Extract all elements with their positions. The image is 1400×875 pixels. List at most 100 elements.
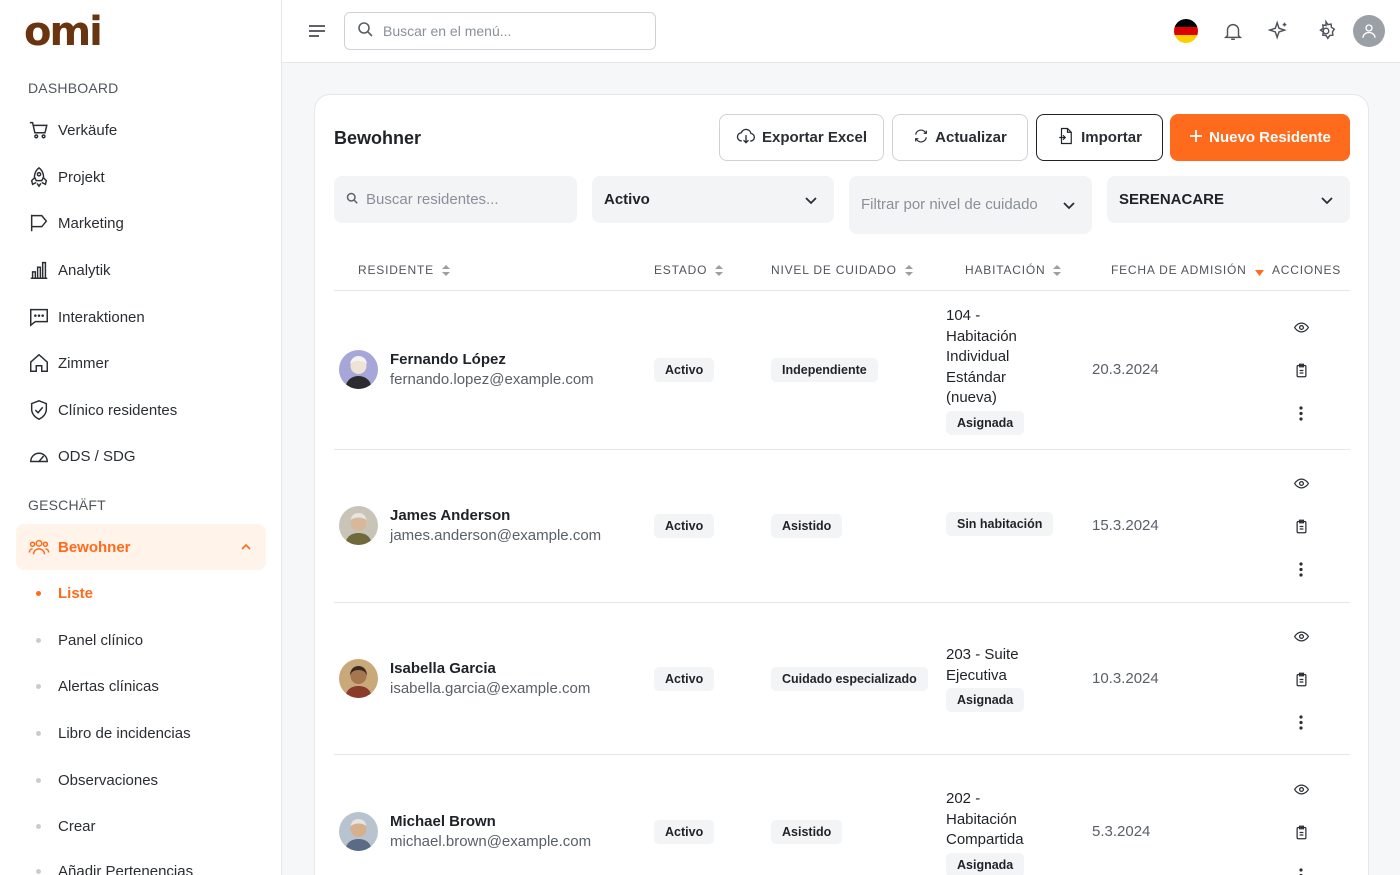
resident-email: fernando.lopez@example.com xyxy=(390,371,594,388)
sidebar-subitem-label: Alertas clínicas xyxy=(58,678,159,695)
admission-date: 10.3.2024 xyxy=(1092,670,1159,687)
status-select[interactable]: Activo xyxy=(592,176,834,223)
gear-icon[interactable] xyxy=(1312,17,1340,45)
eye-icon[interactable] xyxy=(1293,628,1309,644)
eye-icon[interactable] xyxy=(1293,319,1309,335)
sidebar-item-label: Verkäufe xyxy=(58,121,118,139)
eye-icon[interactable] xyxy=(1293,475,1309,491)
clipboard-icon[interactable] xyxy=(1293,824,1309,840)
column-header-label: HABITACIÓN xyxy=(965,263,1046,277)
status-badge: Activo xyxy=(654,358,715,382)
care-level-placeholder: Filtrar por nivel de cuidado xyxy=(861,196,1038,213)
resident-search-input[interactable] xyxy=(366,191,565,208)
resident-avatar xyxy=(339,659,378,698)
column-header-room[interactable]: HABITACIÓN xyxy=(965,263,1062,277)
facility-select[interactable]: SERENACARE xyxy=(1107,176,1350,223)
resident-search[interactable] xyxy=(334,176,577,223)
import-button[interactable]: Importar xyxy=(1036,114,1163,161)
sidebar-item-rooms[interactable]: Zimmer xyxy=(16,340,266,386)
clipboard-icon[interactable] xyxy=(1293,362,1309,378)
menu-search[interactable] xyxy=(344,12,656,50)
user-icon xyxy=(1362,24,1376,38)
sidebar-subitem-belongings[interactable]: Añadir Pertenencias xyxy=(36,863,193,875)
sparkle-icon[interactable] xyxy=(1265,17,1293,45)
chevron-down-icon xyxy=(1062,198,1076,216)
room-badge: Asignada xyxy=(946,852,1025,875)
sidebar-subitem-observations[interactable]: Observaciones xyxy=(36,772,158,789)
resident-avatar xyxy=(339,812,378,851)
sidebar-item-label: Clínico residentes xyxy=(58,401,178,419)
sidebar-item-clinical[interactable]: Clínico residentes xyxy=(16,387,266,433)
table-row-resident[interactable]: Isabella Garcia isabella.garcia@example.… xyxy=(339,659,590,698)
bullet-icon xyxy=(36,869,41,874)
clipboard-icon[interactable] xyxy=(1293,671,1309,687)
language-flag-icon[interactable] xyxy=(1172,17,1200,45)
column-header-care-level[interactable]: NIVEL DE CUIDADO xyxy=(771,263,913,277)
clipboard-icon[interactable] xyxy=(1293,518,1309,534)
new-resident-button[interactable]: Nuevo Residente xyxy=(1170,114,1350,161)
sidebar-subitem-incidents[interactable]: Libro de incidencias xyxy=(36,725,191,742)
chevron-down-icon xyxy=(1320,193,1334,211)
sidebar-subitem-create[interactable]: Crear xyxy=(36,818,96,835)
flag-icon xyxy=(28,212,50,234)
rocket-icon xyxy=(28,166,50,188)
sidebar-subitem-label: Crear xyxy=(58,818,96,835)
more-vertical-icon[interactable] xyxy=(1293,714,1309,730)
column-header-label: NIVEL DE CUIDADO xyxy=(771,263,897,277)
sidebar-item-marketing[interactable]: Marketing xyxy=(16,200,266,246)
column-header-admission-date[interactable]: FECHA DE ADMISIÓN xyxy=(1111,263,1264,277)
menu-search-input[interactable] xyxy=(383,23,643,39)
table-row-resident[interactable]: James Anderson james.anderson@example.co… xyxy=(339,506,601,545)
sidebar-item-sales[interactable]: Verkäufe xyxy=(16,107,266,153)
room-badge: Asignada xyxy=(946,688,1025,712)
menu-icon[interactable] xyxy=(306,20,328,42)
cloud-download-icon xyxy=(736,126,756,150)
export-excel-button[interactable]: Exportar Excel xyxy=(719,114,884,161)
sidebar-item-label: Bewohner xyxy=(58,538,131,556)
more-vertical-icon[interactable] xyxy=(1293,867,1309,875)
room-name: 202 - Habitación Compartida xyxy=(946,790,1024,848)
column-header-label: RESIDENTE xyxy=(358,263,434,277)
sidebar-item-label: Analytik xyxy=(58,261,111,279)
column-header-status[interactable]: ESTADO xyxy=(654,263,724,277)
sidebar-subitem-clinical-panel[interactable]: Panel clínico xyxy=(36,632,143,649)
table-row-resident[interactable]: Fernando López fernando.lopez@example.co… xyxy=(339,350,594,389)
bell-icon[interactable] xyxy=(1219,17,1247,45)
table-row-resident[interactable]: Michael Brown michael.brown@example.com xyxy=(339,812,591,851)
care-level-badge: Cuidado especializado xyxy=(771,667,928,691)
logo[interactable]: omi xyxy=(24,10,103,54)
facility-select-value: SERENACARE xyxy=(1119,191,1225,208)
resident-name: Isabella Garcia xyxy=(390,660,496,677)
room-name: 104 - Habitación Individual Estándar (nu… xyxy=(946,307,1017,406)
admission-date: 15.3.2024 xyxy=(1092,517,1159,534)
divider xyxy=(334,602,1350,603)
sidebar-item-analytics[interactable]: Analytik xyxy=(16,247,266,293)
sidebar-subitem-label: Añadir Pertenencias xyxy=(58,863,194,875)
care-level-badge: Independiente xyxy=(771,358,878,382)
sidebar-subitem-list[interactable]: Liste xyxy=(36,585,93,602)
bar-chart-icon xyxy=(28,259,50,281)
more-vertical-icon[interactable] xyxy=(1293,561,1309,577)
room-badge: Sin habitación xyxy=(946,512,1054,536)
refresh-button[interactable]: Actualizar xyxy=(892,114,1028,161)
chevron-up-icon[interactable] xyxy=(240,540,252,557)
eye-icon[interactable] xyxy=(1293,781,1309,797)
plus-icon xyxy=(1189,129,1203,147)
more-vertical-icon[interactable] xyxy=(1293,405,1309,421)
sidebar-subitem-clinical-alerts[interactable]: Alertas clínicas xyxy=(36,678,159,695)
sidebar-item-interactions[interactable]: Interaktionen xyxy=(16,294,266,340)
user-avatar[interactable] xyxy=(1353,15,1385,47)
care-level-select[interactable]: Filtrar por nivel de cuidado xyxy=(849,176,1092,234)
column-header-label: ESTADO xyxy=(654,263,708,277)
section-label-business: GESCHÄFT xyxy=(28,497,106,513)
sidebar-item-project[interactable]: Projekt xyxy=(16,154,266,200)
column-header-resident[interactable]: RESIDENTE xyxy=(358,263,450,277)
bullet-icon xyxy=(36,638,41,643)
resident-avatar xyxy=(339,506,378,545)
resident-email: james.anderson@example.com xyxy=(390,527,602,544)
sidebar-item-residents[interactable]: Bewohner xyxy=(16,524,266,570)
sidebar-item-label: Zimmer xyxy=(58,354,109,372)
cart-icon xyxy=(28,119,50,141)
sidebar-item-sdg[interactable]: ODS / SDG xyxy=(16,433,266,479)
resident-avatar xyxy=(339,350,378,389)
